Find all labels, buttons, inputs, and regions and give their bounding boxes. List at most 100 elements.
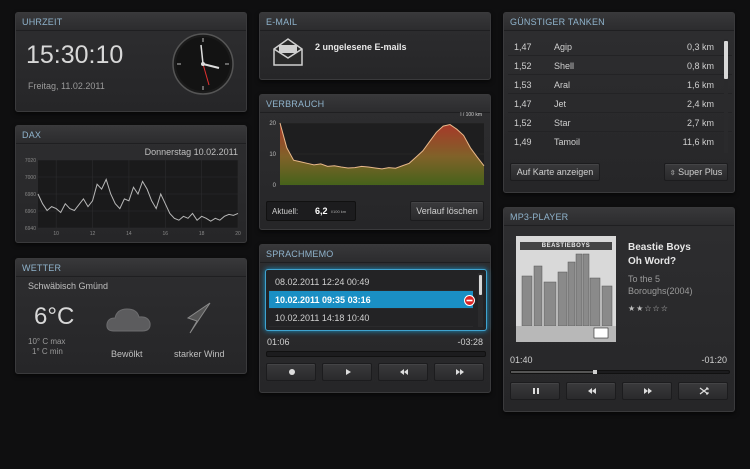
track-album-line1: To the 5 — [628, 274, 661, 284]
tanken-row[interactable]: 1,52 Shell 0,8 km — [508, 56, 732, 75]
email-panel[interactable]: E-MAIL 2 ungelesene E-mails — [259, 12, 491, 80]
verbrauch-current-value: 6,2 — [315, 206, 328, 216]
fuel-type-select[interactable]: ⇳ Super Plus — [664, 163, 728, 181]
map-button[interactable]: Auf Karte anzeigen — [510, 163, 600, 181]
dax-x-tick: 12 — [90, 231, 96, 237]
delete-icon[interactable] — [464, 295, 475, 306]
verbrauch-current-label: Aktuell: — [272, 207, 299, 216]
tanken-distance: 0,3 km — [686, 42, 714, 52]
weather-temp: 6°C — [34, 303, 75, 330]
fast-forward-button[interactable] — [434, 363, 484, 381]
tanken-panel: GÜNSTIGER TANKEN 1,47 Agip 0,3 km 1,52 S… — [503, 12, 735, 193]
pause-icon — [533, 388, 539, 394]
track-artist: Beastie Boys — [628, 242, 691, 253]
envelope-icon — [273, 38, 303, 66]
verbrauch-current-unit: l/100 km — [331, 209, 347, 214]
mp3-progress-handle[interactable] — [592, 370, 597, 374]
dax-x-tick: 18 — [199, 231, 205, 237]
dax-y-tick: 6980 — [25, 192, 36, 198]
tanken-price: 1,47 — [514, 42, 532, 52]
dax-y-tick: 7020 — [25, 158, 36, 164]
mp3-remaining: -01:20 — [701, 355, 727, 365]
tanken-price: 1,52 — [514, 61, 532, 71]
uhrzeit-title: UHRZEIT — [16, 13, 246, 31]
tanken-distance: 2,7 km — [686, 118, 714, 128]
cloud-icon — [106, 308, 151, 332]
dax-x-tick: 20 — [235, 231, 241, 237]
fuel-type-value: Super Plus — [678, 167, 723, 177]
sprachmemo-panel: SPRACHMEMO 08.02.2011 12:24 00:49 10.02.… — [259, 244, 491, 393]
clock-date: Freitag, 11.02.2011 — [28, 81, 105, 91]
track-title: Oh Word? — [628, 256, 677, 267]
verbrauch-panel: VERBRAUCH l / 100 km 20 10 0 Aktuell: 6,2 … — [259, 94, 491, 230]
verbrauch-y-tick: 10 — [269, 152, 276, 158]
memo-list[interactable]: 08.02.2011 12:24 00:49 10.02.2011 09:35 … — [265, 269, 487, 331]
dax-y-tick: 6940 — [25, 226, 36, 232]
track-album-line2: Boroughs(2004) — [628, 286, 693, 296]
verbrauch-current-box: Aktuell: 6,2 l/100 km — [266, 201, 356, 221]
shuffle-icon — [699, 387, 709, 395]
record-icon — [289, 369, 295, 375]
rewind-icon — [400, 369, 408, 375]
mp3-title: MP3-PLAYER — [504, 208, 734, 226]
dax-x-tick: 10 — [53, 231, 59, 237]
weather-city: Schwäbisch Gmünd — [28, 281, 109, 291]
fast-forward-icon — [644, 388, 652, 394]
tanken-station: Aral — [554, 80, 571, 90]
tanken-distance: 0,8 km — [686, 61, 714, 71]
wind-arrow-icon — [186, 302, 211, 334]
memo-item[interactable]: 08.02.2011 12:24 00:49 — [269, 273, 473, 291]
clock-time: 15:30:10 — [26, 41, 124, 69]
mp3-shuffle-button[interactable] — [678, 382, 728, 400]
tanken-distance: 1,6 km — [686, 80, 714, 90]
mp3-progress-fill — [511, 371, 595, 373]
verlauf-loeschen-button[interactable]: Verlauf löschen — [410, 201, 484, 221]
memo-item[interactable]: 10.02.2011 14:18 10:40 — [269, 309, 473, 327]
tanken-price: 1,49 — [514, 137, 532, 147]
chevron-updown-icon: ⇳ — [669, 170, 676, 177]
memo-progress-track[interactable] — [266, 351, 486, 357]
tanken-row[interactable]: 1,53 Aral 1,6 km — [508, 75, 732, 94]
tanken-row[interactable]: 1,47 Jet 2,4 km — [508, 94, 732, 113]
tanken-station: Tamoil — [554, 137, 581, 147]
tanken-price: 1,47 — [514, 99, 532, 109]
weather-max: 10° C max — [28, 337, 66, 346]
tanken-row[interactable]: 1,47 Agip 0,3 km — [508, 37, 732, 56]
tanken-row[interactable]: 1,49 Tamoil 11,6 km — [508, 132, 732, 151]
verbrauch-unit: l / 100 km — [460, 112, 482, 118]
tanken-price: 1,52 — [514, 118, 532, 128]
email-title: E-MAIL — [260, 13, 490, 31]
mp3-pause-button[interactable] — [510, 382, 560, 400]
album-cover-logo: BEASTIEBOYS — [541, 243, 591, 249]
uhrzeit-panel: UHRZEIT 15:30:10 Freitag, 11.02.2011 — [15, 12, 247, 112]
mp3-elapsed: 01:40 — [510, 355, 533, 365]
dax-title: DAX — [16, 126, 246, 144]
verbrauch-y-tick: 0 — [273, 183, 277, 189]
track-rating[interactable]: ★★☆☆☆ — [628, 304, 669, 313]
rewind-button[interactable] — [378, 363, 428, 381]
mp3-panel: MP3-PLAYER BEASTIEBOYS Beastie Boys Oh W… — [503, 207, 735, 412]
album-cover: BEASTIEBOYS — [516, 236, 616, 342]
play-button[interactable] — [322, 363, 372, 381]
email-message: 2 ungelesene E-mails — [315, 42, 407, 52]
album-cover-art — [516, 236, 616, 342]
memo-remaining: -03:28 — [457, 337, 483, 347]
weather-wind: starker Wind — [174, 349, 225, 359]
sprachmemo-title: SPRACHMEMO — [260, 245, 490, 263]
mp3-progress-track[interactable] — [510, 370, 730, 374]
play-icon — [346, 369, 351, 375]
record-button[interactable] — [266, 363, 316, 381]
tanken-list[interactable]: 1,47 Agip 0,3 km 1,52 Shell 0,8 km 1,53 … — [508, 37, 732, 159]
fast-forward-icon — [456, 369, 464, 375]
dax-x-tick: 14 — [126, 231, 132, 237]
memo-scrollbar[interactable] — [478, 273, 483, 327]
memo-item[interactable]: 10.02.2011 09:35 03:16 — [269, 291, 473, 309]
tanken-scrollbar[interactable] — [724, 39, 728, 153]
dax-y-tick: 6960 — [25, 209, 36, 215]
memo-elapsed: 01:06 — [267, 337, 290, 347]
tanken-row[interactable]: 1,52 Star 2,7 km — [508, 113, 732, 132]
tanken-station: Shell — [554, 61, 575, 71]
mp3-forward-button[interactable] — [622, 382, 672, 400]
mp3-rewind-button[interactable] — [566, 382, 616, 400]
analog-clock-icon — [172, 33, 234, 95]
